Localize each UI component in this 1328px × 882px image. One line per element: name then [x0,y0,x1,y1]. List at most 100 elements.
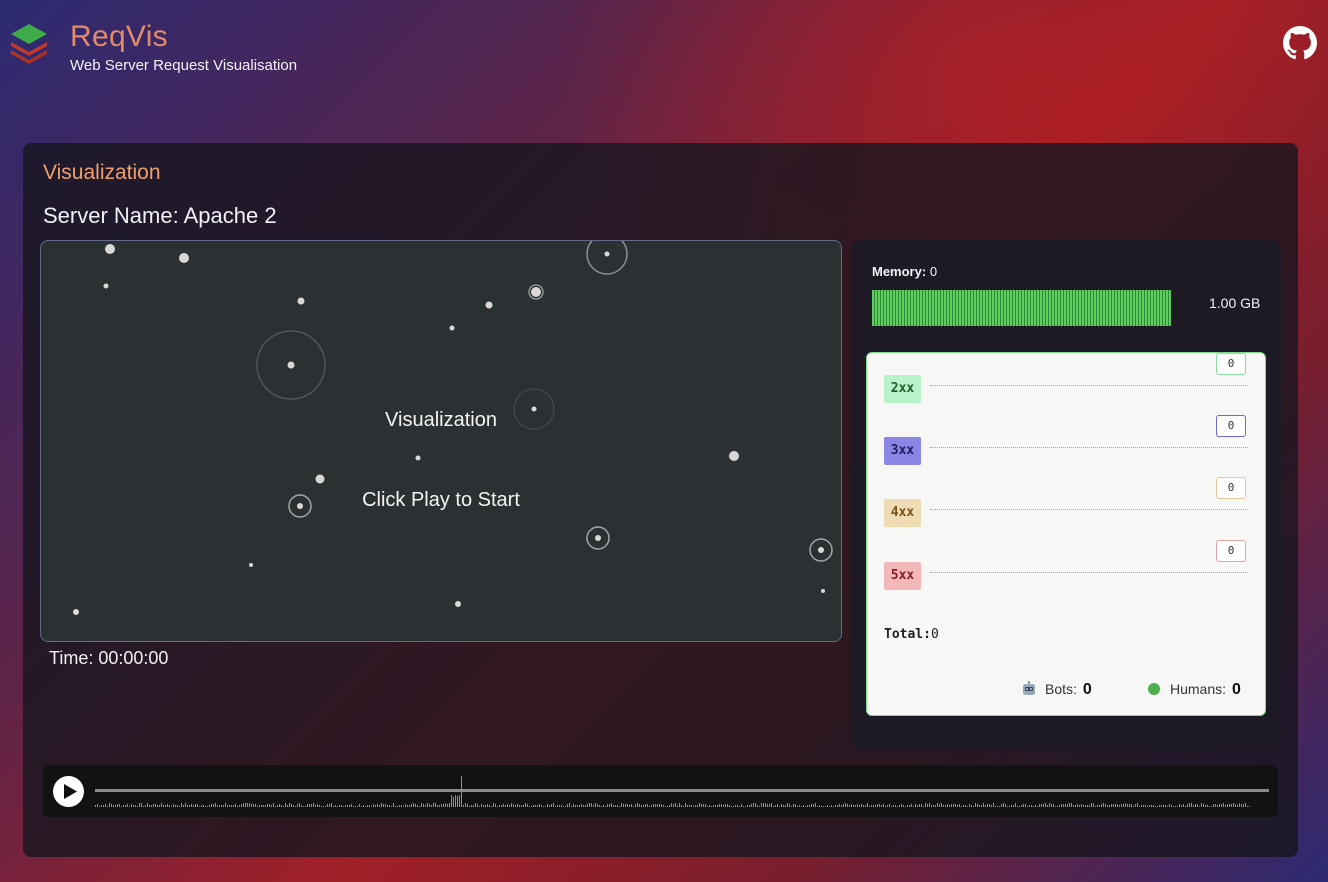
timeline-bar [163,805,164,807]
timeline-bar [469,806,470,807]
timeline-bar [669,805,670,807]
timeline-bar [1151,805,1152,807]
status-row-3xx: 0 3xx [884,415,1248,465]
timeline-bar [139,803,140,807]
particle [179,253,189,263]
timeline-bar [773,806,774,807]
github-icon[interactable] [1283,26,1317,60]
timeline-bar [1025,804,1026,807]
timeline-bar [1035,805,1036,807]
timeline-bar [215,803,216,807]
server-name: Server Name: Apache 2 [43,203,277,228]
timeline-bar [1177,806,1178,807]
timeline-bar [911,804,912,807]
timeline-bar [901,804,902,807]
timeline-bar [425,805,426,807]
particle [821,589,825,593]
timeline-bar [307,804,308,807]
timeline-bar [909,805,910,807]
timeline-bar [641,805,642,807]
brand-subtitle: Web Server Request Visualisation [70,57,298,74]
timeline-bar [601,806,602,807]
visualization-heading: Visualization [385,409,497,431]
timeline-bar [585,805,586,807]
timeline-bar [815,803,816,807]
timeline-bar [381,803,382,807]
play-button[interactable] [53,776,84,807]
timeline-bar [123,805,124,807]
timeline-bar [371,806,372,807]
timeline-bar [885,806,886,807]
timeline-bar [129,806,130,807]
timeline-bar [517,804,518,807]
timeline-bar [1185,806,1186,807]
timeline-bar [213,804,214,807]
timeline-bar [1187,804,1188,807]
timeline-bar [701,804,702,807]
timeline-bar [495,804,496,807]
status-badge: 5xx [884,562,921,590]
timeline-bar [223,805,224,807]
timeline-bar [383,804,384,807]
timeline-bar [685,803,686,807]
timeline-bar [321,806,322,807]
timeline-bar [145,805,146,807]
timeline-bar [451,795,452,807]
timeline-bar [421,803,422,807]
timeline-bar [809,805,810,807]
timeline-bar [883,804,884,807]
timeline-bar [549,805,550,807]
timeline-bar [741,804,742,807]
timeline-bar [971,805,972,807]
timeline-bar [647,804,648,807]
timeline-bar [435,803,436,807]
timeline-bar [837,805,838,807]
timeline-bar [165,805,166,807]
request-timeline[interactable] [95,773,1269,811]
timeline-bar [477,804,478,807]
timeline-bar [171,806,172,807]
timeline-bar [967,806,968,807]
timeline-bar [589,803,590,807]
timeline-bar [649,806,650,807]
timeline-bar [487,804,488,807]
timeline-bar [115,805,116,807]
timeline-bar [1171,805,1172,807]
timeline-bar [1027,806,1028,807]
timeline-bar [347,805,348,807]
timeline-bar [417,805,418,807]
timeline-bar [877,804,878,807]
timeline-bar [859,805,860,807]
timeline-bar [943,805,944,807]
timeline-bar [899,805,900,807]
timeline-bar [1119,805,1120,807]
status-count: 0 [1216,540,1246,562]
timeline-bar [97,804,98,807]
timeline-bar [687,805,688,807]
visualization-canvas[interactable]: Visualization Click Play to Start [40,240,842,642]
timeline-bar [1137,803,1138,807]
timeline-bar [203,805,204,807]
timeline-bar [1245,803,1246,807]
timeline-bar [887,805,888,807]
timeline-bar [1189,803,1190,807]
timeline-bar [965,805,966,807]
timeline-bar [185,803,186,807]
timeline-bar [303,806,304,807]
timeline-bar [137,806,138,807]
timeline-bar [1237,805,1238,807]
timeline-bar [771,803,772,807]
timeline-bar [609,804,610,807]
timeline-bar [305,806,306,807]
timeline-bar [419,806,420,807]
timeline-bar [553,803,554,807]
timeline-bar [921,804,922,807]
timeline-bar [159,805,160,807]
timeline-bar [565,806,566,807]
timeline-bar [481,804,482,807]
timeline-bar [787,803,788,807]
timeline-bar [939,804,940,807]
timeline-bar [497,806,498,807]
timeline-bar [849,805,850,807]
timeline-bar [1105,804,1106,807]
